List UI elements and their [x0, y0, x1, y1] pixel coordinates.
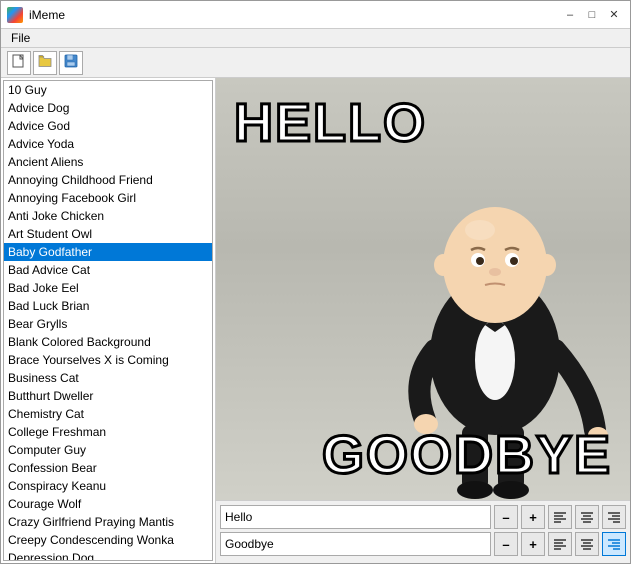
bottom-align-right-button[interactable] [602, 532, 626, 556]
bottom-align-left-button[interactable] [548, 532, 572, 556]
list-item[interactable]: Blank Colored Background [4, 333, 212, 351]
list-item[interactable]: 10 Guy [4, 81, 212, 99]
top-align-right-button[interactable] [602, 505, 626, 529]
list-item[interactable]: Ancient Aliens [4, 153, 212, 171]
list-item[interactable]: Bad Luck Brian [4, 297, 212, 315]
controls-area: – + [216, 500, 630, 563]
list-item[interactable]: Business Cat [4, 369, 212, 387]
list-item[interactable]: Crazy Girlfriend Praying Mantis [4, 513, 212, 531]
top-text-input[interactable] [220, 505, 491, 529]
save-button[interactable] [59, 51, 83, 75]
close-button[interactable]: ✕ [604, 5, 624, 25]
new-button[interactable] [7, 51, 31, 75]
meme-list[interactable]: 10 GuyAdvice DogAdvice GodAdvice YodaAnc… [3, 80, 213, 561]
list-item[interactable]: Bad Advice Cat [4, 261, 212, 279]
list-item[interactable]: Butthurt Dweller [4, 387, 212, 405]
maximize-button[interactable]: □ [582, 5, 602, 25]
list-item[interactable]: Courage Wolf [4, 495, 212, 513]
top-font-increase-button[interactable]: + [521, 505, 545, 529]
open-button[interactable] [33, 51, 57, 75]
title-bar: iMeme – □ ✕ [1, 1, 630, 29]
save-icon [64, 54, 78, 71]
main-content: 10 GuyAdvice DogAdvice GodAdvice YodaAnc… [1, 78, 630, 563]
bottom-align-center-button[interactable] [575, 532, 599, 556]
toolbar [1, 48, 630, 78]
list-item[interactable]: Advice God [4, 117, 212, 135]
list-item[interactable]: Anti Joke Chicken [4, 207, 212, 225]
list-item[interactable]: Baby Godfather [4, 243, 212, 261]
new-icon [12, 54, 26, 71]
list-item[interactable]: Annoying Facebook Girl [4, 189, 212, 207]
list-item[interactable]: College Freshman [4, 423, 212, 441]
list-item[interactable]: Depression Dog [4, 549, 212, 561]
meme-preview: HELLO GOODBYE [216, 78, 630, 500]
list-item[interactable]: Computer Guy [4, 441, 212, 459]
list-item[interactable]: Advice Dog [4, 99, 212, 117]
list-item[interactable]: Bad Joke Eel [4, 279, 212, 297]
bottom-font-increase-button[interactable]: + [521, 532, 545, 556]
meme-bottom-text: GOODBYE [322, 428, 612, 482]
list-item[interactable]: Art Student Owl [4, 225, 212, 243]
top-text-row: – + [220, 505, 626, 529]
window-controls: – □ ✕ [560, 5, 624, 25]
list-panel: 10 GuyAdvice DogAdvice GodAdvice YodaAnc… [1, 78, 216, 563]
list-item[interactable]: Creepy Condescending Wonka [4, 531, 212, 549]
top-align-center-button[interactable] [575, 505, 599, 529]
app-window: iMeme – □ ✕ File [0, 0, 631, 564]
top-align-left-button[interactable] [548, 505, 572, 529]
menu-bar: File [1, 29, 630, 48]
list-item[interactable]: Chemistry Cat [4, 405, 212, 423]
list-item[interactable]: Confession Bear [4, 459, 212, 477]
menu-file[interactable]: File [5, 29, 36, 47]
list-item[interactable]: Conspiracy Keanu [4, 477, 212, 495]
bottom-text-input[interactable] [220, 532, 491, 556]
app-title: iMeme [29, 8, 560, 22]
minimize-button[interactable]: – [560, 5, 580, 25]
bottom-text-row: – + [220, 532, 626, 556]
list-item[interactable]: Brace Yourselves X is Coming [4, 351, 212, 369]
top-font-decrease-button[interactable]: – [494, 505, 518, 529]
open-icon [38, 54, 52, 71]
list-item[interactable]: Bear Grylls [4, 315, 212, 333]
list-item[interactable]: Annoying Childhood Friend [4, 171, 212, 189]
right-panel: HELLO GOODBYE – + [216, 78, 630, 563]
meme-top-text: HELLO [234, 96, 427, 150]
app-icon [7, 7, 23, 23]
list-item[interactable]: Advice Yoda [4, 135, 212, 153]
bottom-font-decrease-button[interactable]: – [494, 532, 518, 556]
